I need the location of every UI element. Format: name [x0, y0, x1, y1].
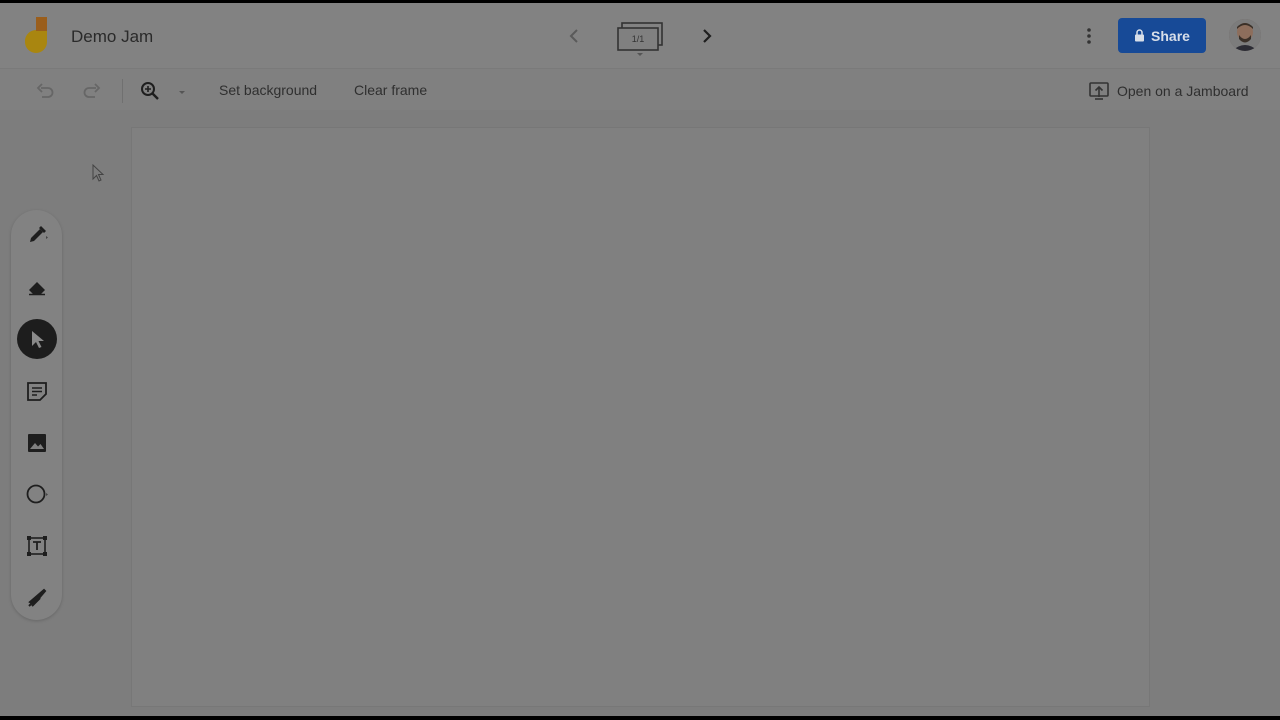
whiteboard-canvas[interactable] [131, 127, 1150, 707]
add-image-tool[interactable] [17, 423, 57, 463]
tool-palette [11, 210, 62, 620]
jamboard-logo-icon [25, 17, 47, 53]
pen-icon [30, 226, 48, 242]
pen-tool[interactable] [17, 215, 57, 255]
app-header: Demo Jam 1/1 Share [0, 3, 1280, 68]
open-jamboard-label: Open on a Jamboard [1117, 83, 1249, 99]
cast-to-device-icon [1089, 82, 1109, 100]
sticky-note-icon [27, 382, 47, 401]
editing-toolbar: Set background Clear frame Open on a Jam… [0, 68, 1280, 110]
circle-tool[interactable] [17, 474, 57, 514]
select-tool[interactable] [17, 319, 57, 359]
share-button[interactable]: Share [1118, 18, 1206, 53]
laser-tool[interactable] [17, 578, 57, 618]
user-avatar[interactable] [1229, 19, 1261, 51]
redo-icon[interactable] [81, 80, 103, 102]
lock-icon [1135, 29, 1145, 42]
zoom-dropdown-icon[interactable] [174, 80, 190, 102]
open-on-jamboard-button[interactable]: Open on a Jamboard [1088, 79, 1249, 103]
next-frame-button[interactable] [698, 26, 716, 46]
toolbar-divider [122, 79, 123, 103]
set-background-button[interactable]: Set background [219, 82, 317, 98]
jamboard-app: Demo Jam 1/1 Share Set background Clear … [0, 3, 1280, 716]
frame-count: 1/1 [631, 34, 645, 44]
eraser-icon [29, 282, 45, 296]
frame-bar-toggle[interactable]: 1/1 [615, 18, 667, 58]
image-icon [28, 434, 46, 452]
share-label: Share [1151, 27, 1190, 44]
clear-frame-button[interactable]: Clear frame [354, 82, 427, 98]
zoom-icon[interactable] [139, 80, 161, 102]
eraser-tool[interactable] [17, 267, 57, 307]
circle-icon [26, 484, 48, 504]
text-box-tool[interactable] [17, 526, 57, 566]
mouse-pointer-icon [92, 164, 105, 182]
laser-icon [28, 588, 47, 607]
text-box-icon [27, 536, 47, 556]
previous-frame-button[interactable] [566, 26, 584, 46]
document-title[interactable]: Demo Jam [71, 27, 153, 47]
cursor-arrow-icon [32, 331, 44, 348]
undo-icon[interactable] [34, 80, 56, 102]
workspace [0, 110, 1280, 716]
more-options-icon[interactable] [1081, 25, 1097, 47]
avatar-photo-icon [1229, 19, 1261, 51]
sticky-note-tool[interactable] [17, 371, 57, 411]
